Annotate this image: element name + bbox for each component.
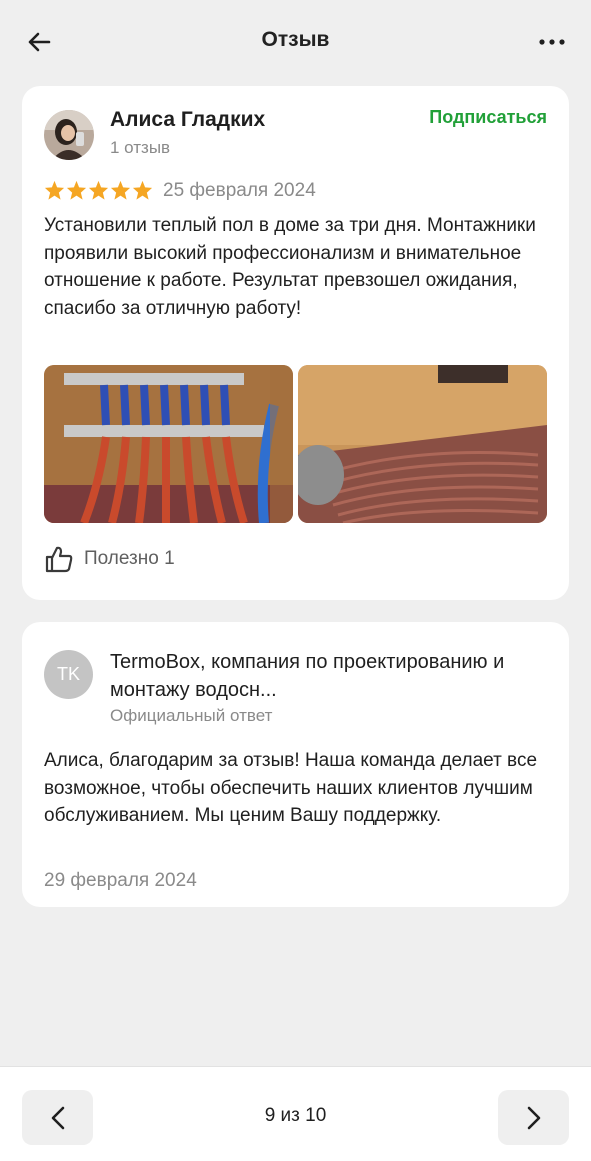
review-photo-floor-heating[interactable]	[298, 365, 547, 523]
star-icon	[132, 180, 153, 200]
review-text: Установили теплый пол в доме за три дня.…	[44, 215, 536, 319]
more-menu-button[interactable]	[535, 28, 569, 56]
reply-date: 29 февраля 2024	[44, 870, 197, 891]
author-name[interactable]: Алиса Гладких	[110, 108, 265, 132]
bottom-pager-bar: 9 из 10	[0, 1066, 591, 1161]
review-date: 25 февраля 2024	[163, 180, 316, 201]
author-avatar[interactable]	[44, 110, 94, 160]
company-name[interactable]: TermoBox, компания по проектированию и м…	[110, 648, 540, 704]
company-reply-card: TK TermoBox, компания по проектированию …	[22, 622, 569, 907]
star-icon	[66, 180, 87, 200]
star-icon	[110, 180, 131, 200]
subscribe-button[interactable]: Подписаться	[429, 107, 547, 128]
page-title: Отзыв	[261, 28, 330, 51]
star-icon	[44, 180, 65, 200]
useful-label: Полезно 1	[84, 548, 175, 569]
star-icon	[88, 180, 109, 200]
more-dots-icon	[539, 39, 565, 45]
rating-stars	[44, 180, 153, 200]
reply-text: Алиса, благодарим за отзыв! Наша команда…	[44, 750, 538, 826]
thumbs-up-icon	[45, 546, 73, 573]
review-photo-manifold[interactable]	[44, 365, 293, 523]
official-reply-label: Официальный ответ	[110, 706, 273, 725]
useful-count: 1	[164, 548, 175, 569]
review-card: Алиса Гладких 1 отзыв Подписаться 25 фев…	[22, 86, 569, 600]
chevron-right-icon	[527, 1106, 540, 1129]
author-review-count: 1 отзыв	[110, 138, 171, 157]
next-review-button[interactable]	[498, 1090, 569, 1145]
useful-button[interactable]: Полезно 1	[44, 544, 175, 574]
top-bar: Отзыв	[0, 0, 591, 84]
company-avatar[interactable]: TK	[44, 650, 93, 699]
